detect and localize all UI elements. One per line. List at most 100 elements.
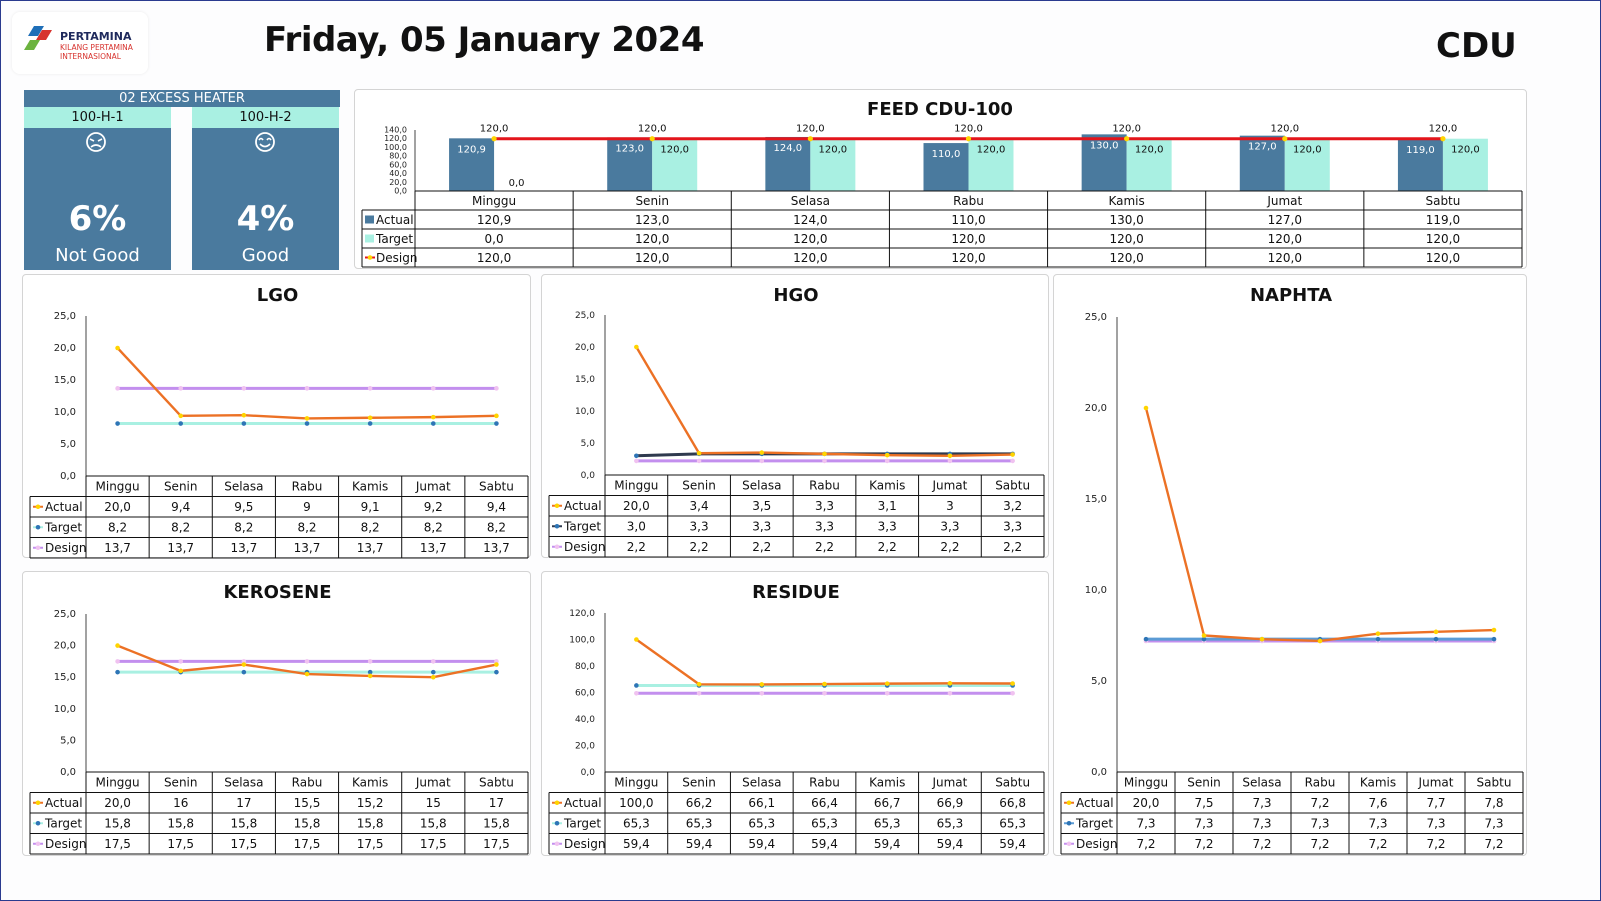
x-category-label: Senin [635,194,669,208]
x-category-label: Minggu [96,480,140,494]
table-cell-actual: 66,4 [811,796,838,810]
data-point-target [494,669,499,675]
table-cell-actual: 3,1 [878,499,897,513]
bar-label-target: 120,0 [660,145,689,156]
table-cell-design: 7,2 [1136,837,1155,851]
legend-label: Target [44,817,82,831]
y-tick-label: 20,0 [575,343,595,353]
table-cell-target: 15,8 [357,817,384,831]
table-cell-actual: 7,3 [1252,796,1271,810]
data-point-target [430,421,436,426]
x-category-label: Minggu [614,776,658,790]
bar-label-target: 120,0 [1293,145,1322,156]
table-cell-target: 3,3 [1003,520,1022,534]
bar-label-design: 120,0 [1270,124,1299,135]
legend-marker-design [35,545,41,551]
table-cell-target: 15,8 [483,817,510,831]
table-cell-actual: 66,7 [874,796,901,810]
x-category-label: Kamis [352,776,388,790]
heater-card-h2: 100-H-2 4% Good [192,107,339,270]
table-cell-design: 13,7 [294,541,321,555]
table-cell-target: 8,2 [424,521,443,535]
x-category-label: Minggu [1124,776,1168,790]
x-category-label: Sabtu [1425,194,1460,208]
table-cell-target: 120,0 [1109,232,1143,246]
table-cell-actual: 15,2 [357,796,384,810]
x-category-label: Kamis [1108,194,1144,208]
bar-label-target: 0,0 [509,178,525,189]
bar-label-target: 120,0 [1135,145,1164,156]
data-point-design [115,659,120,664]
data-point-actual [696,681,702,687]
y-tick-label: 20,0 [389,178,407,187]
y-tick-label: 60,0 [389,160,407,169]
table-cell-design: 7,2 [1368,837,1387,851]
bar-label-target: 120,0 [1451,145,1480,156]
table-cell-target: 120,0 [793,232,827,246]
y-tick-label: 20,0 [1085,403,1107,414]
y-tick-label: 60,0 [575,689,595,699]
table-cell-target: 15,8 [167,817,194,831]
series-line-actual [635,346,1013,458]
table-cell-actual: 20,0 [1133,796,1160,810]
y-tick-label: 80,0 [575,662,595,672]
bar-label-target: 120,0 [977,145,1006,156]
legend-label: Target [1075,817,1113,831]
data-point-target [115,669,120,675]
heater-name: 100-H-1 [24,107,171,128]
table-cell-design: 59,4 [811,837,838,851]
y-tick-label: 10,0 [54,704,76,715]
table-cell-target: 7,3 [1252,817,1271,831]
x-category-label: Kamis [352,480,388,494]
data-point-design [1282,136,1288,142]
excess-heater-panel: 02 EXCESS HEATER 100-H-1 6% Not Good 100… [24,90,340,270]
table-cell-actual: 66,8 [999,796,1026,810]
y-tick-label: 20,0 [54,641,76,652]
bar-label-design: 120,0 [796,124,825,135]
legend-label: Actual [1076,796,1114,810]
table-cell-target: 120,0 [1268,232,1302,246]
x-category-label: Rabu [953,194,984,208]
bar-label-design: 120,0 [1112,124,1141,135]
table-cell-design: 120,0 [1109,251,1143,265]
table-cell-target: 15,8 [294,817,321,831]
y-tick-label: 15,0 [54,672,76,683]
data-point-design [494,386,499,391]
y-tick-label: 120,0 [384,134,407,143]
legend-marker-actual [554,800,560,806]
data-point-actual [1491,627,1497,633]
chart-title: FEED CDU-100 [867,99,1013,120]
data-point-target [1143,636,1149,642]
residue-chart: RESIDUE 0,0 20,0 40,0 60,0 80,0 100,0 120,0 Ming… [548,582,1045,855]
x-category-label: Selasa [224,776,263,790]
heater-card-h1: 100-H-1 6% Not Good [24,107,171,270]
data-point-design [241,386,247,391]
x-category-label: Jumat [1418,776,1454,790]
chart-title: HGO [773,285,818,306]
x-category-label: Selasa [742,776,781,790]
table-cell-target: 120,0 [951,232,985,246]
hgo-chart: HGO 0,0 5,0 10,0 15,0 20,0 25,0 Minggu Senin Sela… [548,285,1045,558]
legend-label: Target [563,817,601,831]
table-cell-actual: 9,1 [361,500,380,514]
table-cell-target: 65,3 [623,817,650,831]
data-point-target [1433,636,1439,642]
table-cell-actual: 17 [489,796,504,810]
legend-marker-design [35,841,41,847]
data-point-actual [115,345,120,351]
residue-panel: RESIDUE 0,0 20,0 40,0 60,0 80,0 100,0 120,0 Ming… [541,571,1049,856]
table-cell-actual: 66,1 [748,796,775,810]
table-cell-actual: 7,6 [1368,796,1387,810]
table-cell-target: 8,2 [361,521,380,535]
table-cell-target: 65,3 [748,817,775,831]
x-category-label: Rabu [809,776,840,790]
kerosene-panel: KEROSENE 0,0 5,0 10,0 15,0 20,0 25,0 Minggu Seni… [22,571,531,856]
x-category-label: Selasa [791,194,830,208]
legend-marker-actual [554,503,560,509]
x-category-label: Selasa [742,479,781,493]
table-cell-actual: 3 [946,499,954,513]
bar-label-design: 120,0 [1429,124,1458,135]
data-point-design [304,659,310,664]
table-cell-design: 13,7 [104,541,131,555]
bar-label-actual: 127,0 [1248,142,1277,153]
